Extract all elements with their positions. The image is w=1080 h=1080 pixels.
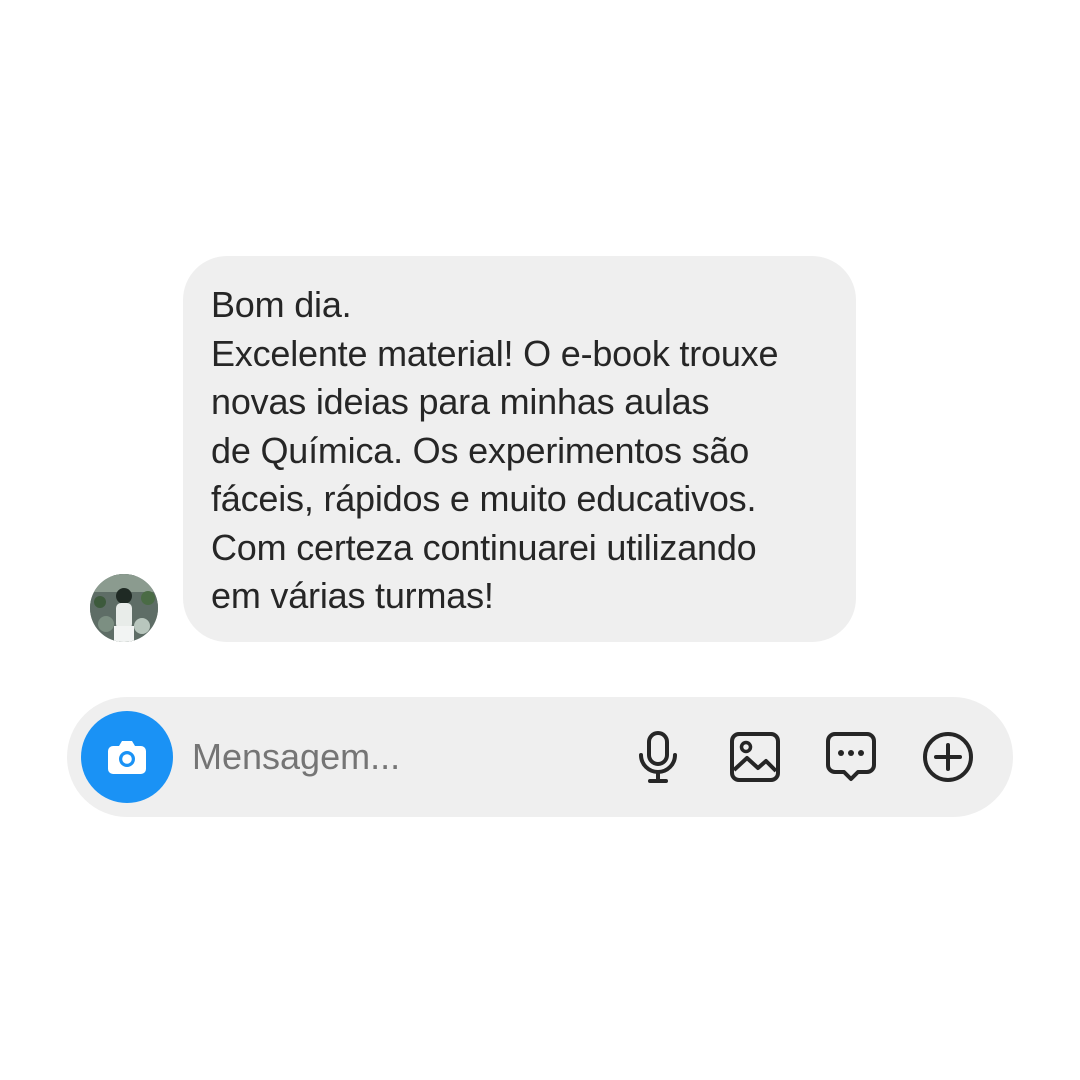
microphone-button[interactable] — [628, 727, 688, 787]
message-line: Bom dia. — [211, 284, 352, 325]
camera-icon — [108, 741, 146, 774]
gallery-icon — [730, 732, 780, 782]
profile-photo-icon — [90, 574, 158, 642]
message-line: Excelente material! O e-book trouxe — [211, 332, 779, 374]
message-line: Com certeza continuarei utilizando — [211, 526, 757, 568]
message-composer — [67, 697, 1013, 817]
more-options-button[interactable] — [918, 727, 978, 787]
gallery-button[interactable] — [725, 727, 785, 787]
message-bubble[interactable]: Bom dia. Excelente material! O e-book tr… — [183, 256, 856, 642]
plus-icon — [923, 732, 973, 782]
direct-message-screen: Bom dia. Excelente material! O e-book tr… — [0, 0, 1080, 1080]
microphone-icon — [639, 731, 677, 783]
message-input[interactable] — [192, 733, 592, 781]
sticker-button[interactable] — [821, 727, 881, 787]
avatar[interactable] — [90, 574, 158, 642]
message-line: de Química. Os experimentos são — [211, 429, 750, 471]
message-line: fáceis, rápidos e muito educativos. — [211, 478, 757, 519]
camera-button[interactable] — [81, 711, 173, 803]
message-line: em várias turmas! — [211, 575, 494, 616]
sticker-icon — [826, 732, 876, 781]
message-line: novas ideias para minhas aulas — [211, 381, 710, 422]
received-message-row: Bom dia. Excelente material! O e-book tr… — [90, 256, 870, 644]
